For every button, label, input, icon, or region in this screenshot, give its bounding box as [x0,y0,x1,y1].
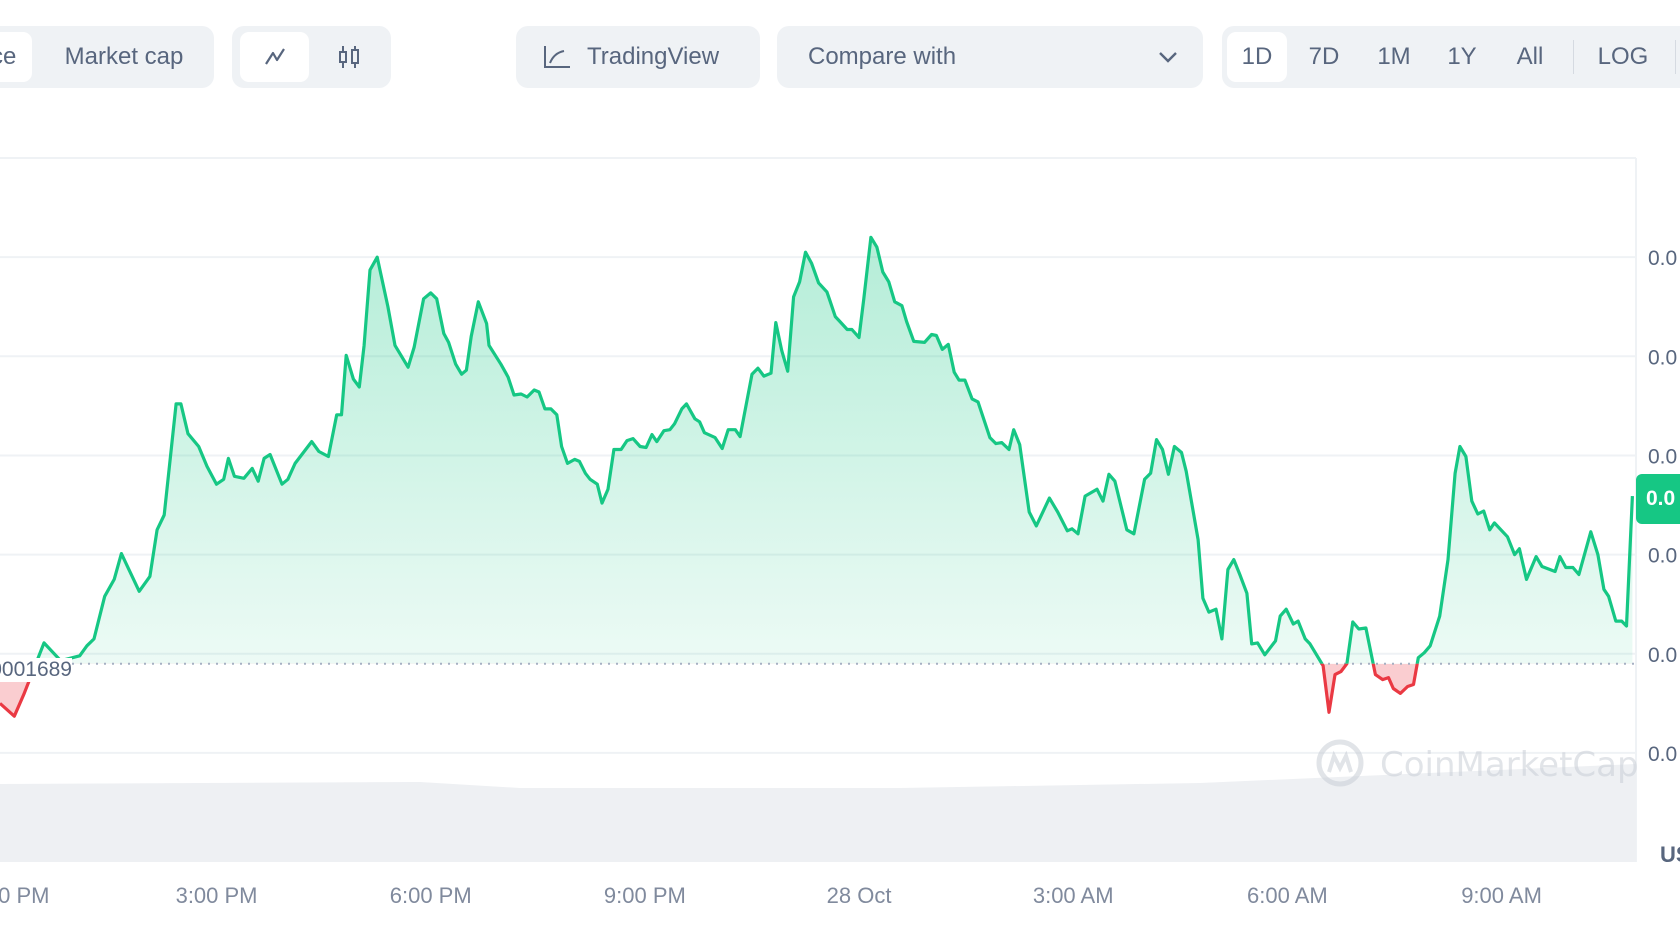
currency-label: USD [1660,842,1680,867]
baseline-label: 0.0001689 [0,658,72,682]
price-chart[interactable]: CoinMarketCap 0.0 0.0 0.0 0.0 0.0 0.0 12:00 P… [0,0,1680,944]
y-tick-label: 0.0 [1648,743,1677,766]
x-tick-label: 9:00 AM [1461,883,1542,908]
y-tick-label: 0.0 [1648,644,1677,667]
x-tick-label: 6:00 AM [1247,883,1328,908]
y-tick-label: 0.0 [1648,445,1677,468]
x-tick-label: 6:00 PM [390,883,472,908]
x-tick-label: 9:00 PM [604,883,686,908]
x-tick-label: 3:00 AM [1033,883,1114,908]
x-tick-label: 12:00 PM [0,883,49,908]
y-tick-label: 0.0 [1648,247,1677,270]
current-price-badge: 0.0 [1636,474,1680,524]
x-tick-label: 28 Oct [827,883,892,908]
y-tick-label: 0.0 [1648,545,1677,568]
x-axis: 12:00 PM 3:00 PM 6:00 PM 9:00 PM 28 Oct 3:00 … [0,883,1542,908]
y-tick-label: 0.0 [1648,346,1677,369]
svg-text:CoinMarketCap: CoinMarketCap [1380,745,1639,785]
x-tick-label: 3:00 PM [176,883,258,908]
